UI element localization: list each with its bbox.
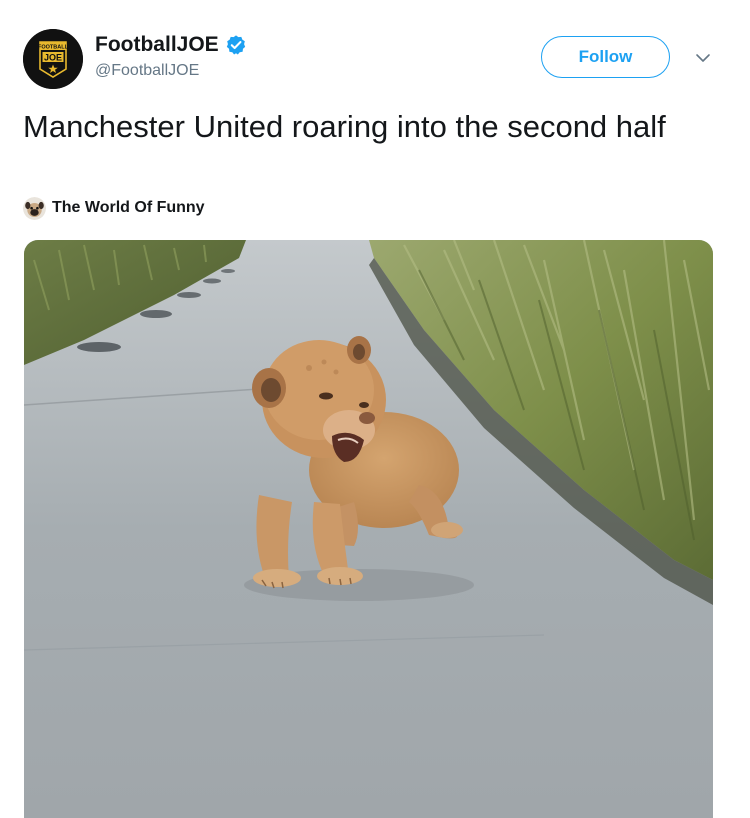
- tweet-card: FOOTBALL JOE FootballJOE @FootballJOE Fo…: [0, 0, 750, 818]
- chevron-down-icon[interactable]: [693, 51, 713, 65]
- follow-button[interactable]: Follow: [541, 36, 670, 78]
- author-handle[interactable]: @FootballJOE: [95, 62, 199, 80]
- lion-cub-video-thumbnail: [24, 240, 713, 818]
- tweet-video[interactable]: [24, 240, 713, 818]
- author-display-name[interactable]: FootballJOE: [95, 33, 219, 57]
- avatar-logo-text: JOE: [44, 53, 62, 63]
- video-attribution[interactable]: The World Of Funny: [23, 196, 205, 220]
- footballjoe-logo-icon: FOOTBALL JOE: [23, 29, 83, 89]
- tweet-text: Manchester United roaring into the secon…: [23, 109, 666, 144]
- avatar-logo-small-text: FOOTBALL: [38, 45, 69, 51]
- author-avatar[interactable]: FOOTBALL JOE: [23, 29, 83, 89]
- author-name-row[interactable]: FootballJOE: [95, 31, 247, 59]
- pug-avatar-icon: [23, 196, 46, 220]
- verified-badge-icon: [226, 35, 245, 55]
- attribution-name[interactable]: The World Of Funny: [52, 199, 205, 217]
